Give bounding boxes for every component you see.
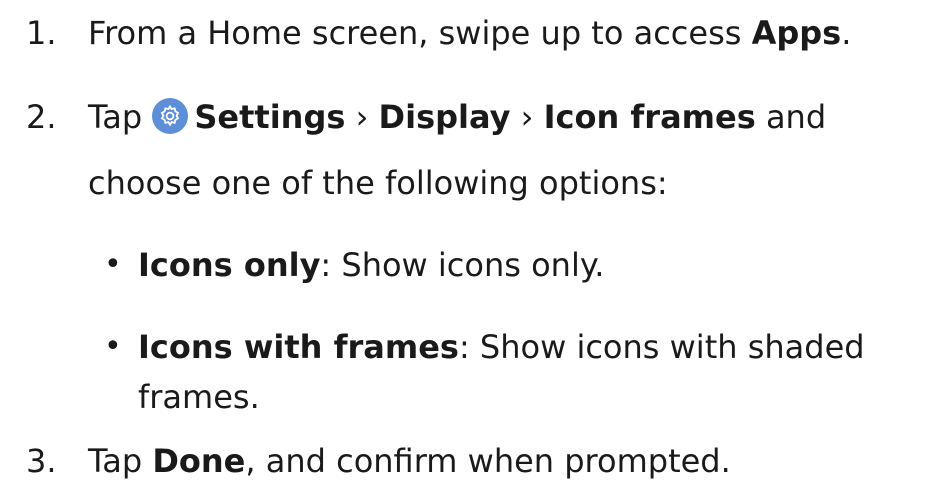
breadcrumb-separator: ›	[345, 98, 379, 136]
step-bold-done: Done	[152, 442, 246, 480]
step-text-post: .	[841, 14, 852, 52]
option-desc: : Show icons only.	[320, 246, 605, 284]
option-desc: frames.	[138, 378, 260, 416]
step-text: From a Home screen, swipe up to access A…	[88, 0, 851, 66]
breadcrumb-separator: ›	[510, 98, 544, 136]
option-text: Icons only: Show icons only.	[138, 232, 604, 298]
step-bold-icon-frames: Icon frames	[543, 98, 756, 136]
option-bold: Icons with frames	[138, 328, 459, 366]
step-text-tap: Tap	[88, 98, 143, 136]
step-text-pre: From a Home screen, swipe up to access	[88, 14, 752, 52]
bullet: •	[104, 247, 122, 282]
bullet: •	[104, 329, 122, 364]
option-bold: Icons only	[138, 246, 321, 284]
step-text: choose one of the following options:	[88, 164, 668, 202]
step-text-post: , and confirm when prompted.	[245, 442, 731, 480]
step-text-post: and	[755, 98, 827, 136]
option-desc: : Show icons with shaded	[458, 328, 865, 366]
step-bold-apps: Apps	[751, 14, 842, 52]
step-bold-settings: Settings	[194, 98, 346, 136]
step-number: 3.	[26, 442, 57, 480]
step-bold-display: Display	[378, 98, 511, 136]
step-text: Tap Settings › Display › Icon frames and	[88, 84, 826, 150]
settings-gear-icon	[152, 98, 189, 134]
step-text-pre: Tap	[88, 442, 153, 480]
step-text: Tap Done, and confirm when prompted.	[88, 428, 731, 494]
step-number: 1.	[26, 14, 57, 52]
step-number: 2.	[26, 98, 57, 136]
